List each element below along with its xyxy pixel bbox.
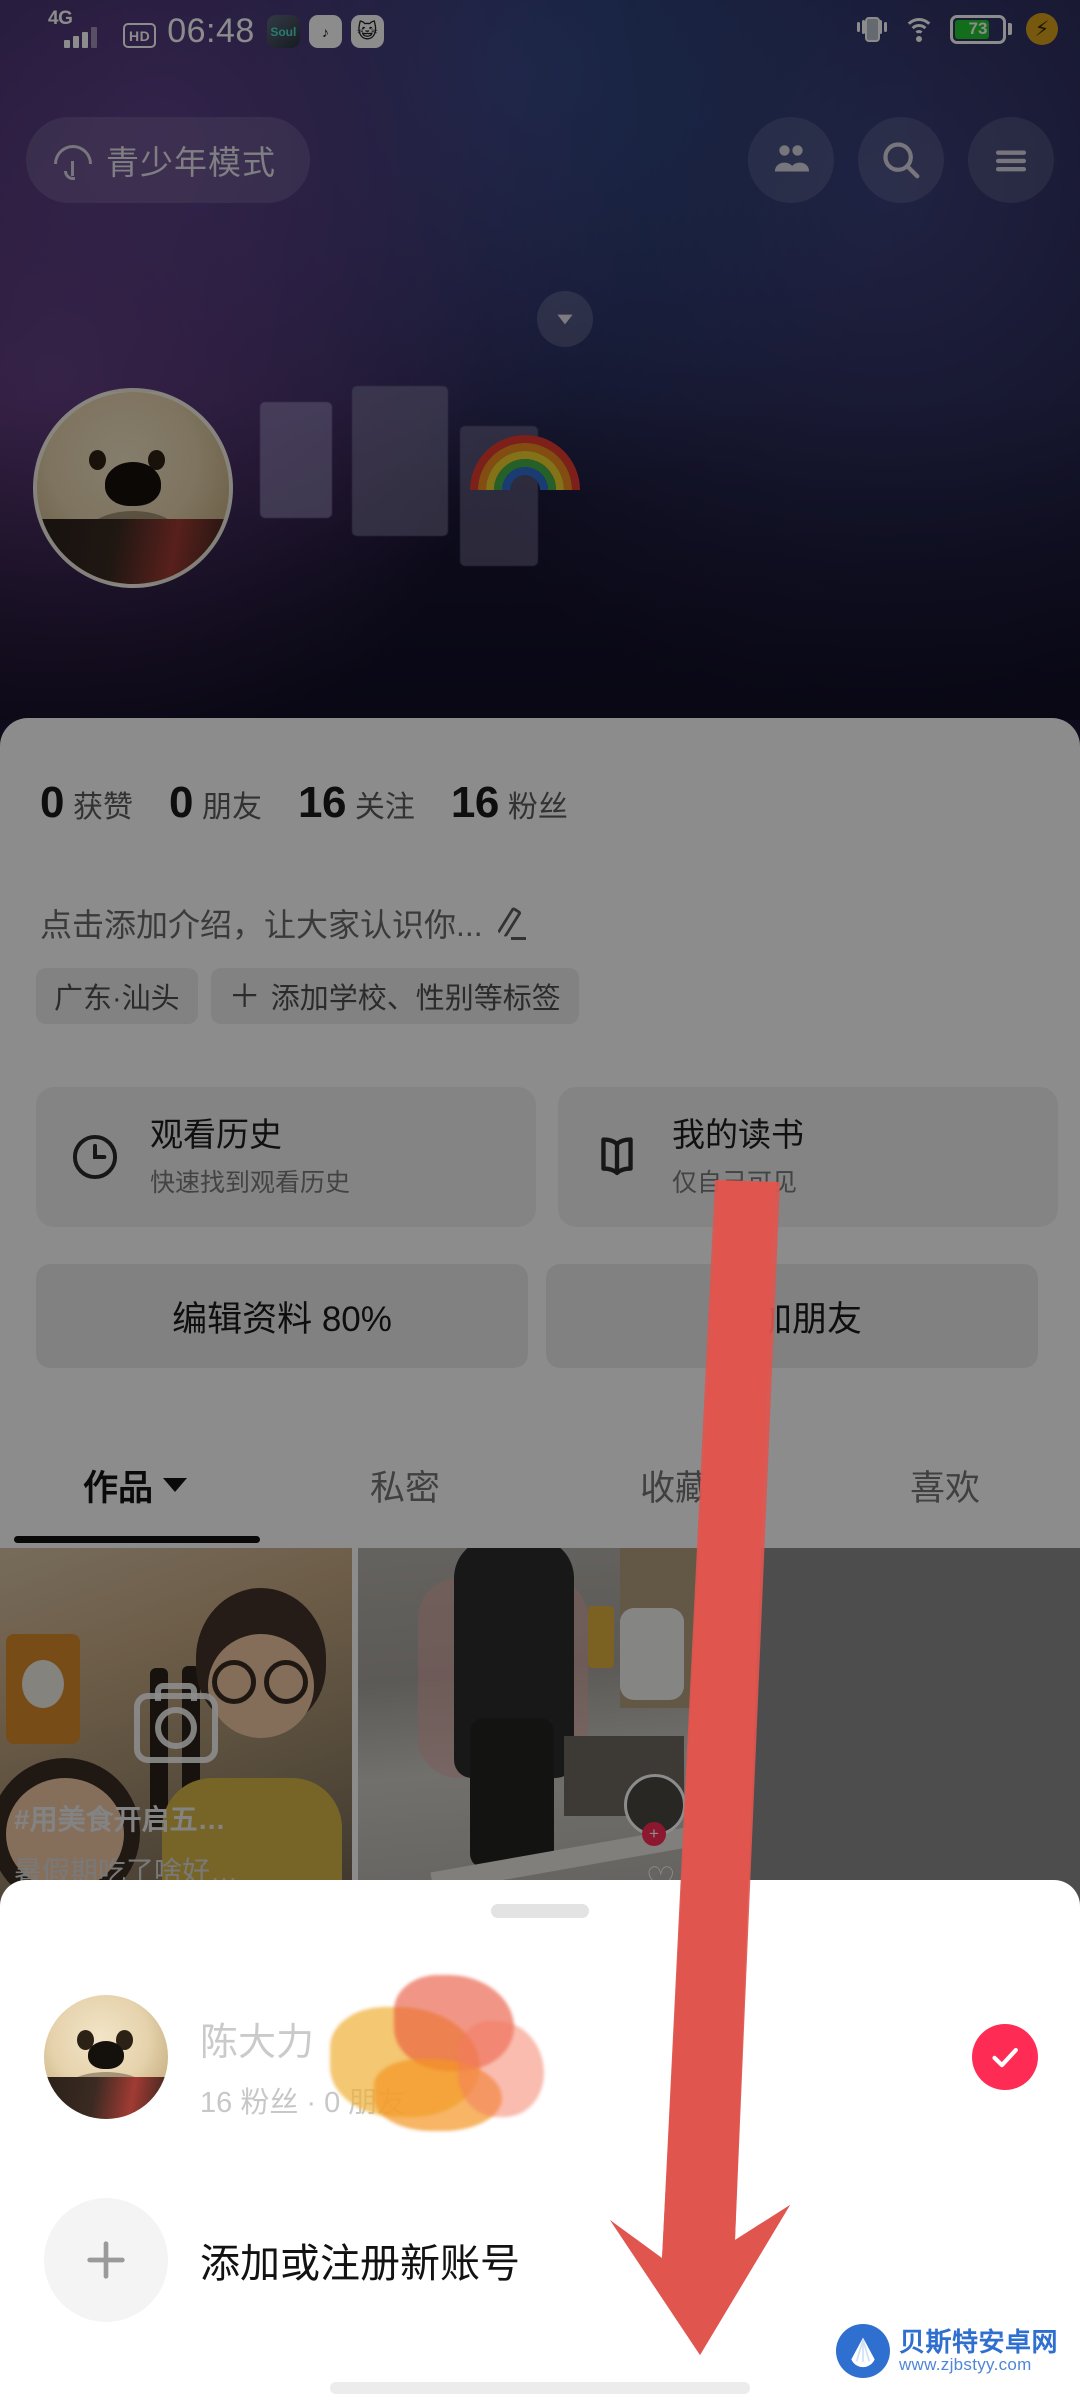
edit-profile-button[interactable]: 编辑资料 80% — [36, 1264, 528, 1368]
profile-tags-row: 广东·汕头 ＋ 添加学校、性别等标签 — [36, 968, 579, 1024]
profile-avatar[interactable] — [33, 388, 233, 588]
search-icon — [883, 142, 920, 179]
tab-private[interactable]: 私密 — [270, 1460, 540, 1511]
stat-friends[interactable]: 0 朋友 — [169, 778, 262, 828]
watermark-logo-icon — [835, 2324, 890, 2378]
tag-label: 广东·汕头 — [54, 983, 180, 1015]
video-caption: #用美食开启五… — [14, 1804, 226, 1835]
expand-profile-button[interactable] — [537, 291, 593, 347]
friends-icon — [774, 145, 810, 172]
stat-label: 获赞 — [72, 791, 133, 824]
hamburger-menu-icon — [995, 150, 1027, 172]
watermark: 贝斯特安卓网 www.zjbstyy.com — [835, 2324, 1058, 2378]
stat-value: 16 — [297, 778, 346, 827]
add-account-row[interactable]: 添加或注册新账号 — [0, 2180, 1080, 2340]
home-indicator — [330, 2382, 750, 2394]
douyin-app-icon: ♪ — [308, 15, 342, 48]
hd-icon: HD — [123, 23, 157, 48]
pencil-icon — [495, 906, 529, 940]
profile-cover-background — [0, 0, 1080, 720]
video-thumbnail[interactable]: #用美食开启五… 暑假期吃了啥好… — [0, 1548, 352, 1908]
teen-mode-button[interactable]: 青少年模式 — [26, 117, 310, 203]
status-bar-clock: 06:48 — [167, 12, 255, 50]
avatar — [44, 1995, 168, 2119]
tag-add-attributes[interactable]: ＋ 添加学校、性别等标签 — [210, 968, 579, 1024]
umbrella-icon — [54, 141, 92, 180]
tab-favorites[interactable]: 收藏 — [540, 1460, 810, 1511]
video-thumbnail[interactable]: + ♡ — [358, 1548, 710, 1908]
account-name: 陈大力 — [200, 2022, 315, 2064]
wifi-icon — [902, 16, 936, 42]
plus-icon — [44, 2198, 168, 2322]
camera-icon — [134, 1693, 218, 1763]
shell-icon — [851, 2337, 875, 2368]
card-watch-history[interactable]: 观看历史 快速找到观看历史 — [36, 1087, 536, 1227]
card-title: 我的读书 — [672, 1116, 804, 1154]
content-tabs: 作品 私密 收藏 喜欢 — [0, 1430, 1080, 1540]
tab-likes[interactable]: 喜欢 — [810, 1460, 1080, 1511]
profile-action-buttons: 编辑资料 80% 添加朋友 — [36, 1264, 1038, 1368]
soul-app-icon: Soul — [266, 15, 300, 48]
stat-following[interactable]: 16 关注 — [298, 778, 415, 828]
watermark-site-name: 贝斯特安卓网 — [898, 2326, 1058, 2357]
video-thumbnail[interactable] — [716, 1548, 1080, 1908]
dog-avatar-image — [33, 388, 233, 588]
top-navigation-bar: 青少年模式 — [0, 110, 1080, 210]
book-icon — [586, 1126, 648, 1188]
add-account-label: 添加或注册新账号 — [200, 2242, 520, 2286]
plus-icon: ＋ — [228, 978, 261, 1014]
add-friend-button[interactable]: 添加朋友 — [546, 1264, 1038, 1368]
active-tab-indicator — [14, 1536, 260, 1543]
vibrate-icon — [856, 14, 888, 44]
video-grid: #用美食开启五… 暑假期吃了啥好… + ♡ — [0, 1548, 1080, 1908]
follow-plus-icon[interactable]: + — [642, 1822, 666, 1846]
account-selected-indicator[interactable] — [972, 2024, 1038, 2090]
status-bar: 4G HD 06:48 Soul ♪ 😺 73 ⚡ — [0, 0, 1080, 58]
battery-level: 73 — [968, 19, 988, 38]
chevron-down-icon — [163, 1478, 187, 1492]
chevron-down-icon — [557, 314, 573, 325]
phone-screen: 4G HD 06:48 Soul ♪ 😺 73 ⚡ 青少年模式 0 获赞 0 朋… — [0, 0, 1080, 2408]
name-obscuring-paint — [308, 1975, 568, 2151]
watermark-url: www.zjbstyy.com — [898, 2354, 1032, 2374]
card-subtitle: 仅自己可见 — [672, 1168, 798, 1197]
stat-fans[interactable]: 16 粉丝 — [451, 778, 568, 828]
bio-placeholder-text: 点击添加介绍，让大家认识你... — [40, 907, 483, 943]
stat-value: 16 — [450, 778, 499, 827]
stat-value: 0 — [168, 778, 193, 827]
signal-bars-icon: 4G — [48, 8, 114, 48]
check-icon — [992, 2048, 1018, 2068]
tab-label: 作品 — [82, 1468, 153, 1508]
stat-label: 粉丝 — [507, 791, 568, 824]
fast-charge-icon: ⚡ — [1026, 13, 1058, 45]
friends-button[interactable] — [748, 117, 834, 203]
battery-icon: 73 — [950, 14, 1012, 44]
stat-label: 朋友 — [201, 791, 262, 824]
tab-works[interactable]: 作品 — [0, 1460, 270, 1511]
clock-icon — [64, 1126, 126, 1188]
cat-app-icon: 😺 — [350, 15, 384, 48]
teen-mode-label: 青少年模式 — [106, 144, 276, 181]
search-button[interactable] — [858, 117, 944, 203]
menu-button[interactable] — [968, 117, 1054, 203]
bio-row[interactable]: 点击添加介绍，让大家认识你... — [40, 900, 529, 946]
tag-label: 添加学校、性别等标签 — [270, 983, 561, 1015]
stat-label: 关注 — [354, 791, 415, 824]
card-subtitle: 快速找到观看历史 — [150, 1168, 351, 1197]
profile-stats-row: 0 获赞 0 朋友 16 关注 16 粉丝 — [40, 778, 568, 828]
account-row[interactable]: 陈大力 16 粉丝 · 0 朋友 — [0, 1972, 1080, 2142]
stat-value: 0 — [40, 778, 64, 827]
card-title: 观看历史 — [150, 1116, 282, 1154]
drag-handle[interactable] — [491, 1904, 589, 1918]
shortcut-cards-row: 观看历史 快速找到观看历史 我的读书 仅自己可见 — [36, 1087, 1080, 1227]
tag-location[interactable]: 广东·汕头 — [36, 968, 198, 1024]
stat-likes[interactable]: 0 获赞 — [40, 778, 133, 828]
card-my-reading[interactable]: 我的读书 仅自己可见 — [558, 1087, 1058, 1227]
